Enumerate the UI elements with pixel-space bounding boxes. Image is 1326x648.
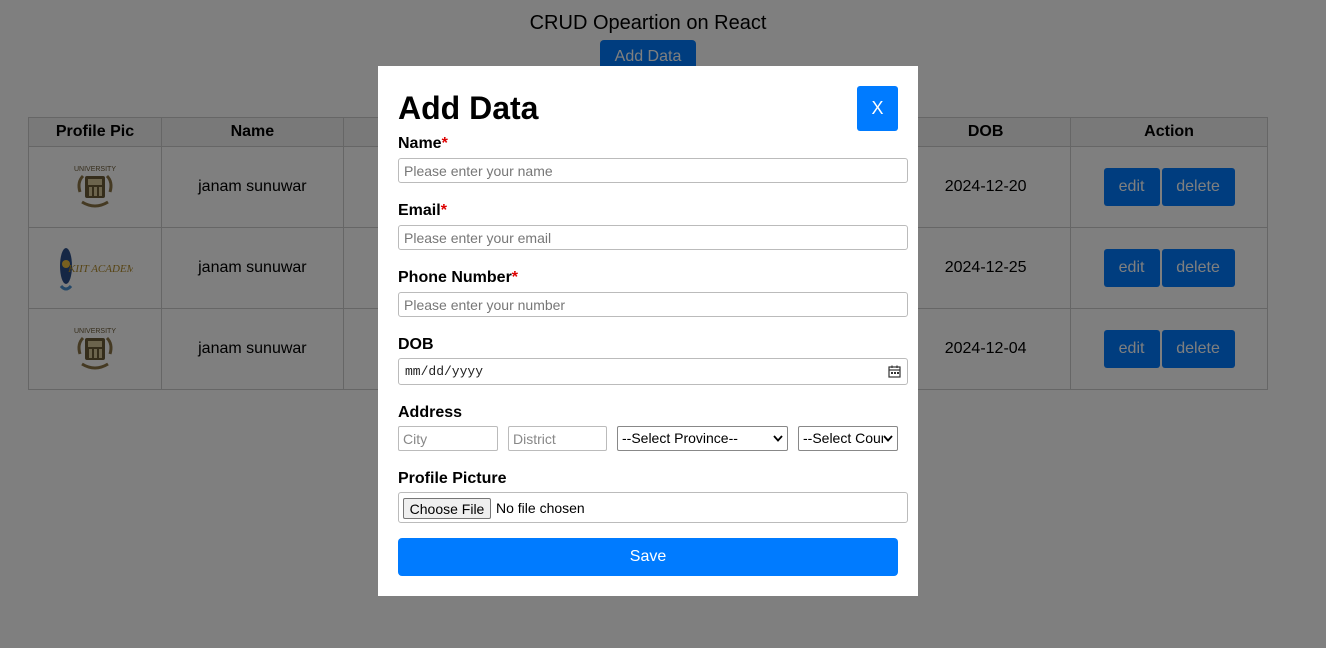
add-data-modal: Add Data X Name* Email* Phone Number* DO… — [378, 66, 918, 596]
required-mark: * — [511, 269, 519, 286]
required-mark: * — [441, 135, 448, 152]
save-button[interactable]: Save — [398, 538, 898, 576]
province-selected: --Select Province-- — [622, 430, 738, 446]
close-button[interactable]: X — [857, 86, 898, 131]
name-field[interactable] — [398, 158, 908, 183]
email-label: Email* — [398, 202, 447, 219]
chevron-down-icon — [773, 435, 783, 442]
phone-field[interactable] — [398, 292, 908, 317]
province-select[interactable]: --Select Province-- — [617, 426, 788, 451]
country-select[interactable]: --Select Cour — [798, 426, 898, 451]
dob-field[interactable]: mm/dd/yyyy — [398, 358, 908, 385]
profile-picture-label: Profile Picture — [398, 470, 507, 487]
calendar-icon[interactable] — [888, 365, 901, 378]
city-field[interactable] — [398, 426, 498, 451]
choose-file-button[interactable]: Choose File — [403, 498, 491, 519]
district-field[interactable] — [508, 426, 607, 451]
phone-label: Phone Number* — [398, 269, 519, 286]
file-status: No file chosen — [496, 500, 585, 516]
modal-title: Add Data — [398, 90, 539, 126]
chevron-down-icon — [883, 435, 893, 442]
profile-picture-field[interactable]: Choose File No file chosen — [398, 492, 908, 523]
dob-label: DOB — [398, 336, 434, 353]
country-selected: --Select Cour — [803, 430, 883, 446]
required-mark: * — [440, 202, 447, 219]
name-label: Name* — [398, 135, 448, 152]
dob-placeholder: mm/dd/yyyy — [405, 364, 484, 379]
email-field[interactable] — [398, 225, 908, 250]
address-label: Address — [398, 404, 463, 421]
